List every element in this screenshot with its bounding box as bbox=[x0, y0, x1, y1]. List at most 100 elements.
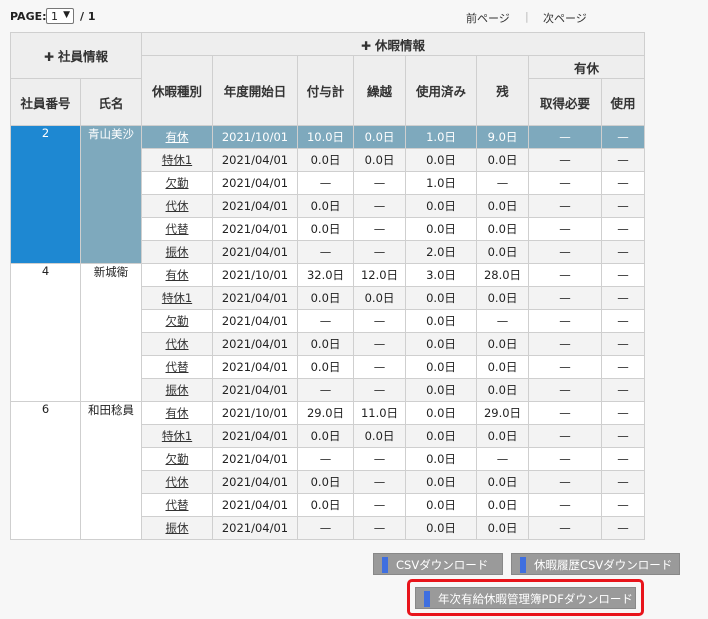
table-row: 6 和田稔員 有休 2021/10/01 29.0日 11.0日 0.0日 29.0日 — — bbox=[10, 401, 645, 540]
required-cell: — bbox=[528, 171, 602, 195]
leave-type-cell[interactable]: 欠勤 bbox=[141, 309, 213, 333]
year-start-cell: 2021/04/01 bbox=[212, 378, 298, 402]
leave-type-cell[interactable]: 代替 bbox=[141, 355, 213, 379]
history-csv-download-button[interactable]: 休暇履歴CSVダウンロード bbox=[511, 553, 680, 575]
leave-type-cell[interactable]: 欠勤 bbox=[141, 171, 213, 195]
leave-type-link[interactable]: 有休 bbox=[166, 268, 189, 282]
year-start-cell: 2021/04/01 bbox=[212, 217, 298, 241]
leave-type-link[interactable]: 振休 bbox=[166, 245, 189, 259]
leave-type-cell[interactable]: 代替 bbox=[141, 493, 213, 517]
page-select[interactable]: 1 ▼ bbox=[46, 8, 74, 24]
page-select-value: 1 bbox=[51, 10, 58, 23]
next-page-link[interactable]: 次ページ bbox=[543, 10, 587, 26]
year-start-cell: 2021/04/01 bbox=[212, 470, 298, 494]
remaining-cell: 28.0日 bbox=[476, 263, 529, 287]
year-start-cell: 2021/04/01 bbox=[212, 148, 298, 172]
required-cell: — bbox=[528, 194, 602, 218]
leave-type-link[interactable]: 代替 bbox=[166, 360, 189, 374]
leave-type-link[interactable]: 有休 bbox=[166, 130, 189, 144]
leave-type-link[interactable]: 代休 bbox=[166, 475, 189, 489]
table-row: 4 新城衛 有休 2021/10/01 32.0日 12.0日 3.0日 28.0日 — — bbox=[10, 263, 645, 402]
leave-type-link[interactable]: 有休 bbox=[166, 406, 189, 420]
required-cell: — bbox=[528, 470, 602, 494]
csv-download-button[interactable]: CSVダウンロード bbox=[373, 553, 503, 575]
leave-type-cell[interactable]: 代休 bbox=[141, 470, 213, 494]
leave-type-cell[interactable]: 特休1 bbox=[141, 424, 213, 448]
emp-no-header: 社員番号 bbox=[10, 78, 81, 126]
carryover-cell: — bbox=[353, 171, 406, 195]
carryover-cell: — bbox=[353, 309, 406, 333]
leave-type-link[interactable]: 特休1 bbox=[162, 429, 192, 443]
leave-type-cell[interactable]: 特休1 bbox=[141, 286, 213, 310]
leave-type-link[interactable]: 欠勤 bbox=[166, 314, 189, 328]
carryover-cell: — bbox=[353, 447, 406, 471]
leave-type-link[interactable]: 欠勤 bbox=[166, 176, 189, 190]
remaining-cell: 0.0日 bbox=[476, 286, 529, 310]
remaining-header: 残 bbox=[476, 55, 529, 126]
required-cell: — bbox=[528, 378, 602, 402]
paid-used-cell: — bbox=[601, 447, 645, 471]
leave-type-link[interactable]: 欠勤 bbox=[166, 452, 189, 466]
required-cell: — bbox=[528, 516, 602, 540]
leave-type-cell[interactable]: 代替 bbox=[141, 217, 213, 241]
leave-type-cell[interactable]: 代休 bbox=[141, 194, 213, 218]
carryover-cell: — bbox=[353, 470, 406, 494]
year-start-cell: 2021/10/01 bbox=[212, 263, 298, 287]
used-cell: 0.0日 bbox=[405, 470, 477, 494]
leave-type-header: 休暇種別 bbox=[141, 55, 213, 126]
leave-type-link[interactable]: 特休1 bbox=[162, 291, 192, 305]
page-total: / 1 bbox=[80, 10, 96, 23]
required-cell: — bbox=[528, 401, 602, 425]
used-cell: 2.0日 bbox=[405, 240, 477, 264]
required-cell: — bbox=[528, 447, 602, 471]
employee-info-header[interactable]: 社員情報 bbox=[10, 32, 142, 79]
paid-used-cell: — bbox=[601, 194, 645, 218]
leave-type-cell[interactable]: 欠勤 bbox=[141, 447, 213, 471]
leave-type-cell[interactable]: 振休 bbox=[141, 516, 213, 540]
remaining-cell: 0.0日 bbox=[476, 332, 529, 356]
remaining-cell: 29.0日 bbox=[476, 401, 529, 425]
leave-type-cell[interactable]: 振休 bbox=[141, 378, 213, 402]
paid-used-cell: — bbox=[601, 470, 645, 494]
used-cell: 0.0日 bbox=[405, 516, 477, 540]
used-cell: 0.0日 bbox=[405, 194, 477, 218]
required-cell: — bbox=[528, 217, 602, 241]
pdf-download-button[interactable]: 年次有給休暇管理簿PDFダウンロード bbox=[415, 587, 636, 609]
prev-page-link[interactable]: 前ページ bbox=[466, 10, 510, 26]
carryover-cell: — bbox=[353, 194, 406, 218]
remaining-cell: 0.0日 bbox=[476, 493, 529, 517]
leave-type-cell[interactable]: 振休 bbox=[141, 240, 213, 264]
granted-cell: — bbox=[297, 516, 354, 540]
leave-type-link[interactable]: 代休 bbox=[166, 199, 189, 213]
paid-used-cell: — bbox=[601, 516, 645, 540]
used-cell: 0.0日 bbox=[405, 332, 477, 356]
granted-cell: 29.0日 bbox=[297, 401, 354, 425]
employee-number: 6 bbox=[10, 401, 81, 540]
leave-type-link[interactable]: 代休 bbox=[166, 337, 189, 351]
granted-cell: 0.0日 bbox=[297, 493, 354, 517]
leave-info-header[interactable]: 休暇情報 bbox=[141, 32, 645, 56]
leave-type-cell[interactable]: 特休1 bbox=[141, 148, 213, 172]
year-start-cell: 2021/04/01 bbox=[212, 194, 298, 218]
granted-cell: — bbox=[297, 309, 354, 333]
leave-type-cell[interactable]: 代休 bbox=[141, 332, 213, 356]
required-header: 取得必要 bbox=[528, 78, 602, 126]
granted-cell: 0.0日 bbox=[297, 148, 354, 172]
leave-type-cell[interactable]: 有休 bbox=[141, 263, 213, 287]
leave-type-link[interactable]: 代替 bbox=[166, 498, 189, 512]
year-start-cell: 2021/04/01 bbox=[212, 286, 298, 310]
granted-cell: 10.0日 bbox=[297, 125, 354, 149]
paid-used-cell: — bbox=[601, 125, 645, 149]
leave-type-cell[interactable]: 有休 bbox=[141, 401, 213, 425]
leave-type-link[interactable]: 振休 bbox=[166, 521, 189, 535]
year-start-cell: 2021/04/01 bbox=[212, 332, 298, 356]
leave-type-link[interactable]: 振休 bbox=[166, 383, 189, 397]
leave-type-link[interactable]: 特休1 bbox=[162, 153, 192, 167]
leave-type-link[interactable]: 代替 bbox=[166, 222, 189, 236]
remaining-cell: 0.0日 bbox=[476, 194, 529, 218]
leave-type-cell[interactable]: 有休 bbox=[141, 125, 213, 149]
remaining-cell: 9.0日 bbox=[476, 125, 529, 149]
remaining-cell: 0.0日 bbox=[476, 424, 529, 448]
remaining-cell: 0.0日 bbox=[476, 470, 529, 494]
granted-cell: 0.0日 bbox=[297, 332, 354, 356]
